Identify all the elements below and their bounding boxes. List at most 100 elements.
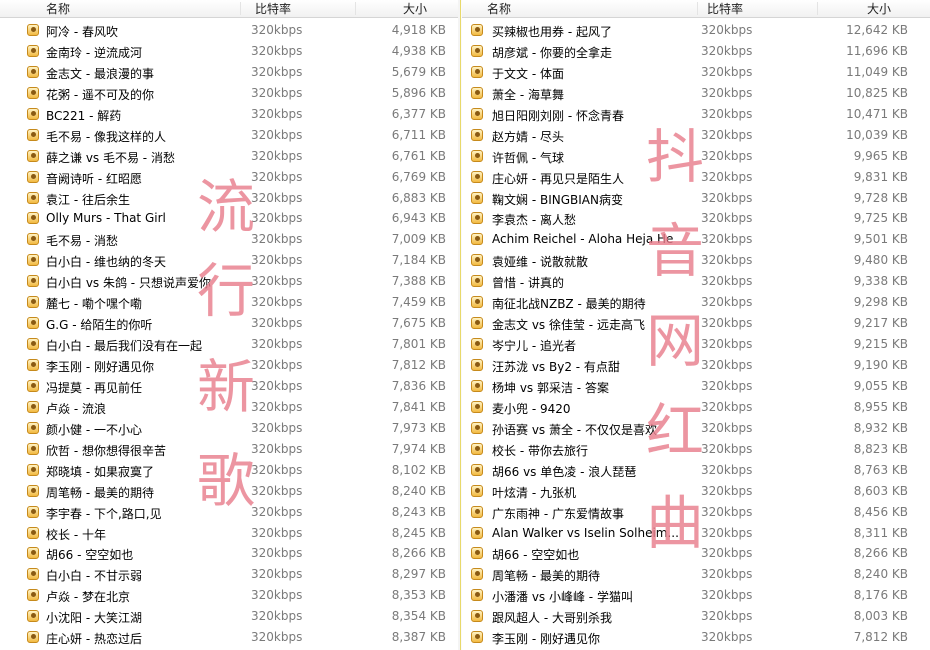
audio-file-icon (27, 442, 39, 455)
file-row[interactable]: 李玉刚 - 刚好遇见你 320kbps 7,812 KB (0, 355, 458, 376)
column-header-name[interactable]: 名称 (46, 1, 70, 17)
file-row[interactable]: 庄心妍 - 再见只是陌生人 320kbps 9,831 KB (462, 167, 930, 188)
file-size: 9,055 KB (853, 378, 908, 393)
file-row[interactable]: 颜小健 - 一不小心 320kbps 7,973 KB (0, 418, 458, 439)
column-divider[interactable] (355, 2, 356, 15)
file-size: 8,176 KB (853, 588, 908, 603)
file-row[interactable]: 麓七 - 嘞个嘿个嘞 320kbps 7,459 KB (0, 292, 458, 313)
file-row[interactable]: 南征北战NZBZ - 最美的期待 320kbps 9,298 KB (462, 292, 930, 313)
file-row[interactable]: 金志文 vs 徐佳莹 - 远走高飞 320kbps 9,217 KB (462, 313, 930, 334)
file-row[interactable]: 金南玲 - 逆流成河 320kbps 4,938 KB (0, 41, 458, 62)
file-list-left: 名称 比特率 大小 阿冷 - 春风吹 320kbps 4,918 KB 金南玲 - 逆… (0, 0, 458, 650)
file-row[interactable]: Achim Reichel - Aloha Heja He 320kbps 9,50… (462, 229, 930, 250)
file-row[interactable]: 岑宁儿 - 追光者 320kbps 9,215 KB (462, 334, 930, 355)
column-divider[interactable] (817, 2, 818, 15)
file-row[interactable]: 李宇春 - 下个,路口,见 320kbps 8,243 KB (0, 502, 458, 523)
column-divider[interactable] (697, 2, 698, 15)
audio-file-icon (471, 589, 483, 602)
file-row[interactable]: 卢焱 - 流浪 320kbps 7,841 KB (0, 397, 458, 418)
audio-file-icon (27, 359, 39, 371)
file-size: 7,836 KB (391, 378, 446, 393)
file-row[interactable]: 白小白 - 维也纳的冬天 320kbps 7,184 KB (0, 250, 458, 271)
file-row[interactable]: 周笔畅 - 最美的期待 320kbps 8,240 KB (0, 481, 458, 502)
file-row[interactable]: 赵方婧 - 尽头 320kbps 10,039 KB (462, 125, 930, 146)
file-size: 9,728 KB (853, 190, 908, 205)
file-row[interactable]: 李玉刚 - 刚好遇见你 320kbps 7,812 KB (462, 627, 930, 648)
file-name: 孙语赛 vs 萧全 - 不仅仅是喜欢 (492, 422, 657, 437)
file-row[interactable]: 小沈阳 - 大笑江湖 320kbps 8,354 KB (0, 606, 458, 627)
file-row[interactable]: 袁江 - 往后余生 320kbps 6,883 KB (0, 188, 458, 209)
file-row[interactable]: 小潘潘 vs 小峰峰 - 学猫叫 320kbps 8,176 KB (462, 585, 930, 606)
file-row[interactable]: 跟风超人 - 大哥别杀我 320kbps 8,003 KB (462, 606, 930, 627)
column-header-name[interactable]: 名称 (487, 1, 511, 17)
file-row[interactable]: 许哲佩 - 气球 320kbps 9,965 KB (462, 146, 930, 167)
file-row[interactable]: 胡66 - 空空如也 320kbps 8,266 KB (0, 543, 458, 564)
column-header-size[interactable]: 大小 (867, 1, 891, 17)
file-row[interactable]: 孙语赛 vs 萧全 - 不仅仅是喜欢 320kbps 8,932 KB (462, 418, 930, 439)
file-row[interactable]: 卢焱 - 梦在北京 320kbps 8,353 KB (0, 585, 458, 606)
file-row[interactable]: 鞠文娴 - BINGBIAN病变 320kbps 9,728 KB (462, 188, 930, 209)
file-row[interactable]: Alan Walker vs Iselin Solheim... 320kbps 8… (462, 523, 930, 544)
audio-file-icon (27, 379, 39, 392)
file-name: 庄心妍 - 热恋过后 (46, 632, 142, 647)
file-row[interactable]: 白小白 - 最后我们没有在一起 320kbps 7,801 KB (0, 334, 458, 355)
file-row[interactable]: 叶炫清 - 九张机 320kbps 8,603 KB (462, 481, 930, 502)
column-divider[interactable] (240, 2, 241, 15)
file-size: 9,217 KB (853, 316, 908, 331)
file-row[interactable]: 汪苏泷 vs By2 - 有点甜 320kbps 9,190 KB (462, 355, 930, 376)
column-header-size[interactable]: 大小 (403, 1, 427, 17)
file-row[interactable]: 花粥 - 遥不可及的你 320kbps 5,896 KB (0, 83, 458, 104)
file-row[interactable]: 萧全 - 海草舞 320kbps 10,825 KB (462, 83, 930, 104)
column-header-bitrate[interactable]: 比特率 (255, 1, 291, 17)
column-header-left: 名称 比特率 大小 (0, 0, 458, 18)
file-size: 11,696 KB (846, 43, 908, 58)
file-row[interactable]: 袁娅维 - 说散就散 320kbps 9,480 KB (462, 250, 930, 271)
file-name: 赵方婧 - 尽头 (492, 129, 564, 144)
file-row[interactable]: 白小白 vs 朱鸽 - 只想说声爱你 320kbps 7,388 KB (0, 271, 458, 292)
file-name: 金志文 vs 徐佳莹 - 远走高飞 (492, 318, 645, 333)
file-name: 袁娅维 - 说散就散 (492, 255, 588, 270)
audio-file-icon (27, 24, 39, 36)
file-size: 8,003 KB (853, 609, 908, 624)
file-row[interactable]: 旭日阳刚刘刚 - 怀念青春 320kbps 10,471 KB (462, 104, 930, 125)
file-name: 广东雨神 - 广东爱情故事 (492, 506, 624, 521)
file-row[interactable]: 校长 - 带你去旅行 320kbps 8,823 KB (462, 439, 930, 460)
file-row[interactable]: 毛不易 - 像我这样的人 320kbps 6,711 KB (0, 125, 458, 146)
file-row[interactable]: 庄心妍 - 热恋过后 320kbps 8,387 KB (0, 627, 458, 648)
file-bitrate: 320kbps (701, 148, 753, 163)
file-row[interactable]: 买辣椒也用券 - 起风了 320kbps 12,642 KB (462, 20, 930, 41)
file-row[interactable]: 金志文 - 最浪漫的事 320kbps 5,679 KB (0, 62, 458, 83)
file-row[interactable]: G.G - 给陌生的你听 320kbps 7,675 KB (0, 313, 458, 334)
audio-file-icon (27, 254, 39, 267)
file-size: 6,769 KB (391, 169, 446, 184)
file-row[interactable]: 阿冷 - 春风吹 320kbps 4,918 KB (0, 20, 458, 41)
file-row[interactable]: 胡彦斌 - 你要的全拿走 320kbps 11,696 KB (462, 41, 930, 62)
file-row[interactable]: 广东雨神 - 广东爱情故事 320kbps 8,456 KB (462, 502, 930, 523)
file-row[interactable]: 薛之谦 vs 毛不易 - 消愁 320kbps 6,761 KB (0, 146, 458, 167)
file-row[interactable]: 曾惜 - 讲真的 320kbps 9,338 KB (462, 271, 930, 292)
file-row[interactable]: 胡66 - 空空如也 320kbps 8,266 KB (462, 543, 930, 564)
file-row[interactable]: 音阙诗听 - 红昭愿 320kbps 6,769 KB (0, 167, 458, 188)
file-row[interactable]: 周笔畅 - 最美的期待 320kbps 8,240 KB (462, 564, 930, 585)
file-name: 杨坤 vs 郭采洁 - 答案 (492, 380, 609, 395)
file-row[interactable]: 李袁杰 - 离人愁 320kbps 9,725 KB (462, 208, 930, 229)
audio-file-icon (471, 149, 483, 162)
file-bitrate: 320kbps (251, 43, 303, 58)
column-header-bitrate[interactable]: 比特率 (707, 1, 743, 17)
file-row[interactable]: 麦小兜 - 9420 320kbps 8,955 KB (462, 397, 930, 418)
file-row[interactable]: 杨坤 vs 郭采洁 - 答案 320kbps 9,055 KB (462, 376, 930, 397)
file-row[interactable]: 白小白 - 不甘示弱 320kbps 8,297 KB (0, 564, 458, 585)
file-row[interactable]: 郑晓填 - 如果寂寞了 320kbps 8,102 KB (0, 460, 458, 481)
file-bitrate: 320kbps (701, 441, 753, 456)
file-row[interactable]: 校长 - 十年 320kbps 8,245 KB (0, 523, 458, 544)
file-row[interactable]: 欣哲 - 想你想得很辛苦 320kbps 7,974 KB (0, 439, 458, 460)
file-bitrate: 320kbps (701, 85, 753, 100)
file-row[interactable]: BC221 - 解药 320kbps 6,377 KB (0, 104, 458, 125)
file-row[interactable]: 毛不易 - 消愁 320kbps 7,009 KB (0, 229, 458, 250)
file-row[interactable]: Olly Murs - That Girl 320kbps 6,943 KB (0, 208, 458, 229)
file-row[interactable]: 胡66 vs 单色凌 - 浪人琵琶 320kbps 8,763 KB (462, 460, 930, 481)
file-row[interactable]: 冯提莫 - 再见前任 320kbps 7,836 KB (0, 376, 458, 397)
file-size: 10,825 KB (846, 85, 908, 100)
file-bitrate: 320kbps (701, 525, 753, 540)
file-row[interactable]: 于文文 - 体面 320kbps 11,049 KB (462, 62, 930, 83)
